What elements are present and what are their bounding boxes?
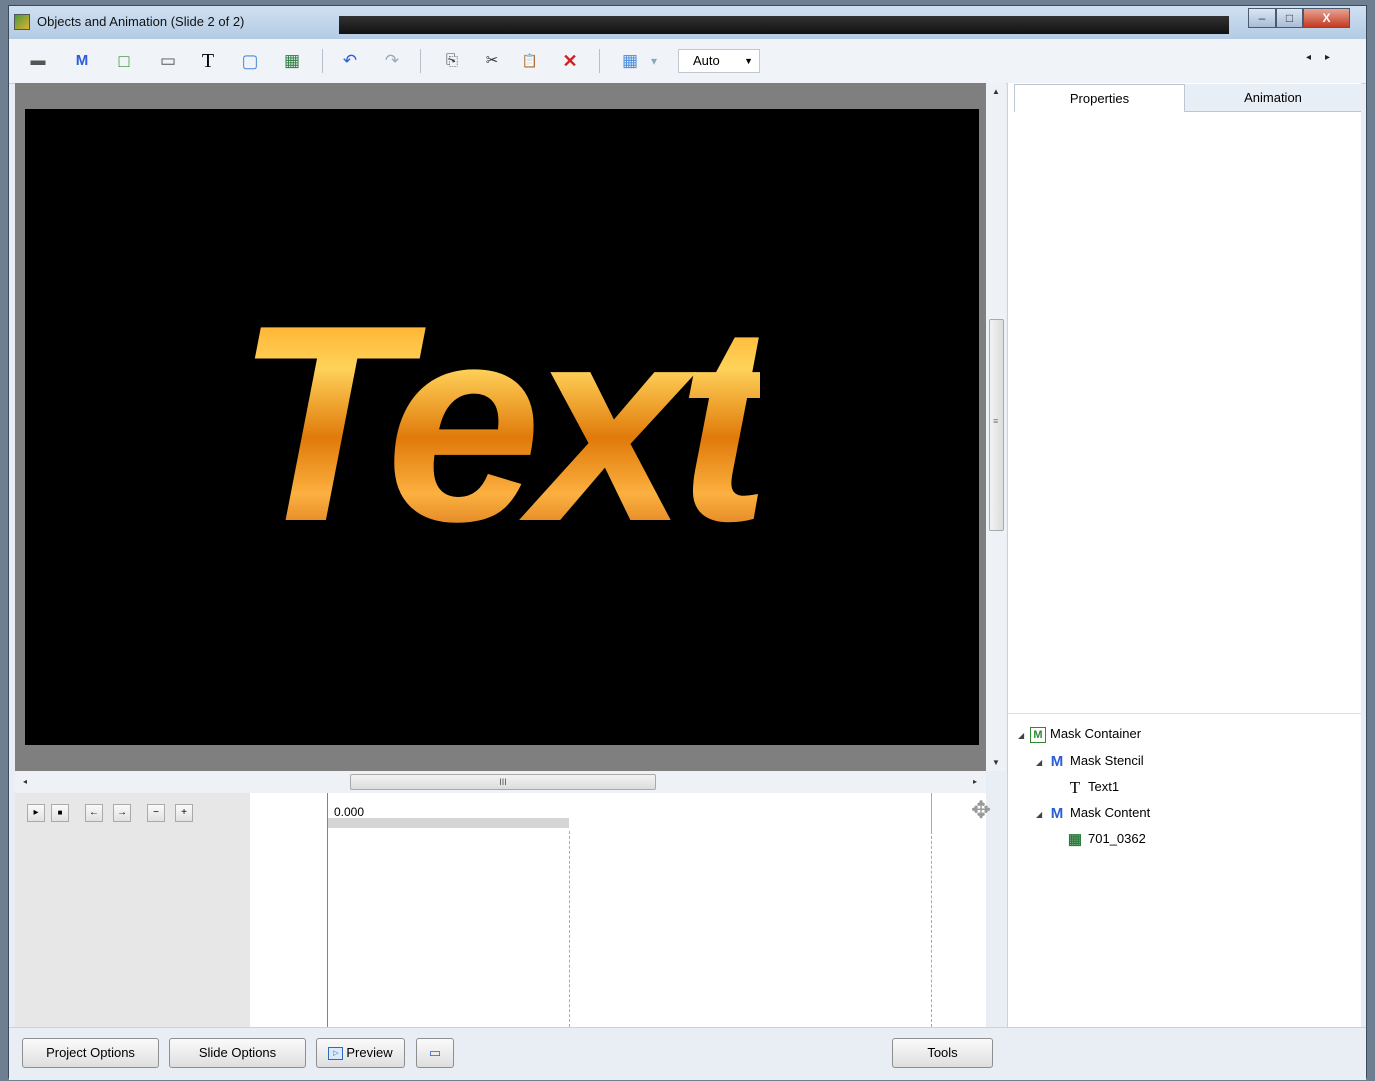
- chevron-down-icon[interactable]: ▾: [647, 50, 661, 72]
- stop-button[interactable]: ■: [51, 804, 69, 822]
- slide-preview[interactable]: Text: [25, 109, 979, 745]
- toolbar-separator: [322, 49, 323, 73]
- play-button[interactable]: ▸: [27, 804, 45, 822]
- mask-content-icon: M: [1050, 804, 1064, 822]
- tab-properties[interactable]: Properties: [1014, 84, 1185, 112]
- tree-node-label: Text1: [1088, 779, 1120, 794]
- camera-icon[interactable]: ▬: [27, 50, 49, 72]
- rectangle-icon[interactable]: ▢: [239, 50, 261, 72]
- timeline-track-area[interactable]: [250, 831, 986, 1027]
- preview-button[interactable]: ▷ Preview: [316, 1038, 405, 1068]
- bottom-bar: Project Options Slide Options ▷ Preview ▭…: [9, 1027, 1366, 1080]
- objects-animation-window: Objects and Animation (Slide 2 of 2) – □…: [8, 5, 1367, 1080]
- project-options-button[interactable]: Project Options: [22, 1038, 159, 1068]
- expand-icon[interactable]: ◢: [1018, 726, 1030, 746]
- tree-node-label: 701_0362: [1088, 831, 1146, 846]
- tree-node-text1[interactable]: T Text1: [1066, 777, 1119, 797]
- timeline-marker: [569, 831, 570, 1027]
- expand-icon[interactable]: ◢: [1036, 805, 1048, 825]
- app-icon: [14, 14, 30, 30]
- tree-node-mask-stencil[interactable]: ◢ M Mask Stencil: [1036, 751, 1144, 771]
- mask-icon[interactable]: M: [71, 50, 93, 72]
- timeline-controls: ▸ ■ ← → − +: [15, 793, 250, 831]
- horizontal-scrollbar[interactable]: ◂ III ▸: [15, 771, 986, 793]
- close-button[interactable]: X: [1303, 8, 1350, 28]
- chevron-down-icon: ▼: [744, 56, 753, 66]
- title-bar-background: [339, 16, 1229, 34]
- timeline-range-bar: [328, 818, 569, 828]
- zoom-in-button[interactable]: +: [175, 804, 193, 822]
- delete-icon[interactable]: ✕: [559, 50, 581, 72]
- playhead[interactable]: [327, 793, 328, 1027]
- tools-button[interactable]: Tools: [892, 1038, 993, 1068]
- tree-node-mask-content[interactable]: ◢ M Mask Content: [1036, 803, 1150, 823]
- scroll-left-icon[interactable]: ◂: [23, 777, 27, 786]
- tab-animation[interactable]: Animation: [1185, 84, 1361, 112]
- image-icon: ▦: [1067, 830, 1083, 848]
- vertical-scroll-thumb[interactable]: ≡: [989, 319, 1004, 531]
- undo-icon[interactable]: ↶: [339, 50, 361, 72]
- prev-keyframe-button[interactable]: ←: [85, 804, 103, 822]
- timeline-end-line: [931, 793, 932, 831]
- zoom-value: Auto: [693, 53, 720, 68]
- tree-node-image[interactable]: ▦ 701_0362: [1066, 829, 1146, 849]
- slide-text-object[interactable]: Text: [235, 284, 770, 564]
- text-icon: T: [1069, 777, 1081, 797]
- timeline-object-list: [15, 831, 250, 1027]
- tree-node-label: Mask Container: [1050, 726, 1142, 741]
- frame-icon[interactable]: □: [113, 50, 135, 72]
- timeline-ruler[interactable]: 0.000: [250, 793, 986, 832]
- zoom-select[interactable]: Auto ▼: [678, 49, 760, 73]
- slide-canvas-area[interactable]: Text: [15, 83, 986, 771]
- object-tree: ◢ M Mask Container ◢ M Mask Stencil T Text1 ◢…: [1008, 713, 1361, 1028]
- nav-arrows-icon[interactable]: ◂▸: [1306, 52, 1344, 63]
- vertical-scrollbar[interactable]: ▲ ≡ ▼: [986, 83, 1006, 771]
- tree-node-label: Mask Content: [1070, 805, 1151, 820]
- move-icon[interactable]: ✥: [971, 796, 991, 825]
- scroll-right-icon[interactable]: ▸: [973, 777, 977, 786]
- button-icon[interactable]: ▭: [157, 50, 179, 72]
- tree-node-label: Mask Stencil: [1070, 753, 1144, 768]
- toolbar-separator: [599, 49, 600, 73]
- maximize-button[interactable]: □: [1276, 8, 1303, 28]
- minimize-button[interactable]: –: [1248, 8, 1276, 28]
- next-keyframe-button[interactable]: →: [113, 804, 131, 822]
- preview-icon: ▷: [328, 1047, 344, 1061]
- cut-icon[interactable]: ✂: [481, 50, 503, 72]
- toolbar: ▬ M □ ▭ T ▢ ▦ ↶ ↷ ⎘ ✂ 📋 ✕ ▦ ▾ Auto ▼ ◂▸: [9, 39, 1366, 84]
- paste-icon[interactable]: 📋: [519, 50, 541, 72]
- image-icon[interactable]: ▦: [281, 50, 303, 72]
- horizontal-scroll-thumb[interactable]: III: [350, 774, 656, 790]
- current-time: 0.000: [334, 805, 365, 819]
- tree-node-mask-container[interactable]: ◢ M Mask Container: [1018, 724, 1141, 744]
- timeline-marker: [931, 831, 932, 1027]
- zoom-out-button[interactable]: −: [147, 804, 165, 822]
- grip-icon: ≡: [993, 416, 999, 426]
- grid-icon[interactable]: ▦: [619, 50, 641, 72]
- expand-icon[interactable]: ◢: [1036, 753, 1048, 773]
- right-panel: Properties Animation ◢ M Mask Container ◢ M…: [1007, 83, 1361, 1027]
- title-bar[interactable]: Objects and Animation (Slide 2 of 2) – □…: [9, 6, 1366, 39]
- window-icon: ▭: [428, 1045, 442, 1060]
- mask-stencil-icon: M: [1050, 752, 1064, 770]
- toolbar-separator: [420, 49, 421, 73]
- slide-options-button[interactable]: Slide Options: [169, 1038, 306, 1068]
- scroll-down-icon[interactable]: ▼: [992, 758, 1000, 767]
- preview-label: Preview: [346, 1045, 393, 1060]
- window-title: Objects and Animation (Slide 2 of 2): [37, 14, 245, 29]
- text-icon[interactable]: T: [197, 50, 219, 72]
- redo-icon[interactable]: ↷: [381, 50, 403, 72]
- copy-icon[interactable]: ⎘: [441, 50, 463, 72]
- window-mode-button[interactable]: ▭: [416, 1038, 454, 1068]
- scroll-up-icon[interactable]: ▲: [992, 87, 1000, 96]
- mask-container-icon: M: [1030, 726, 1046, 743]
